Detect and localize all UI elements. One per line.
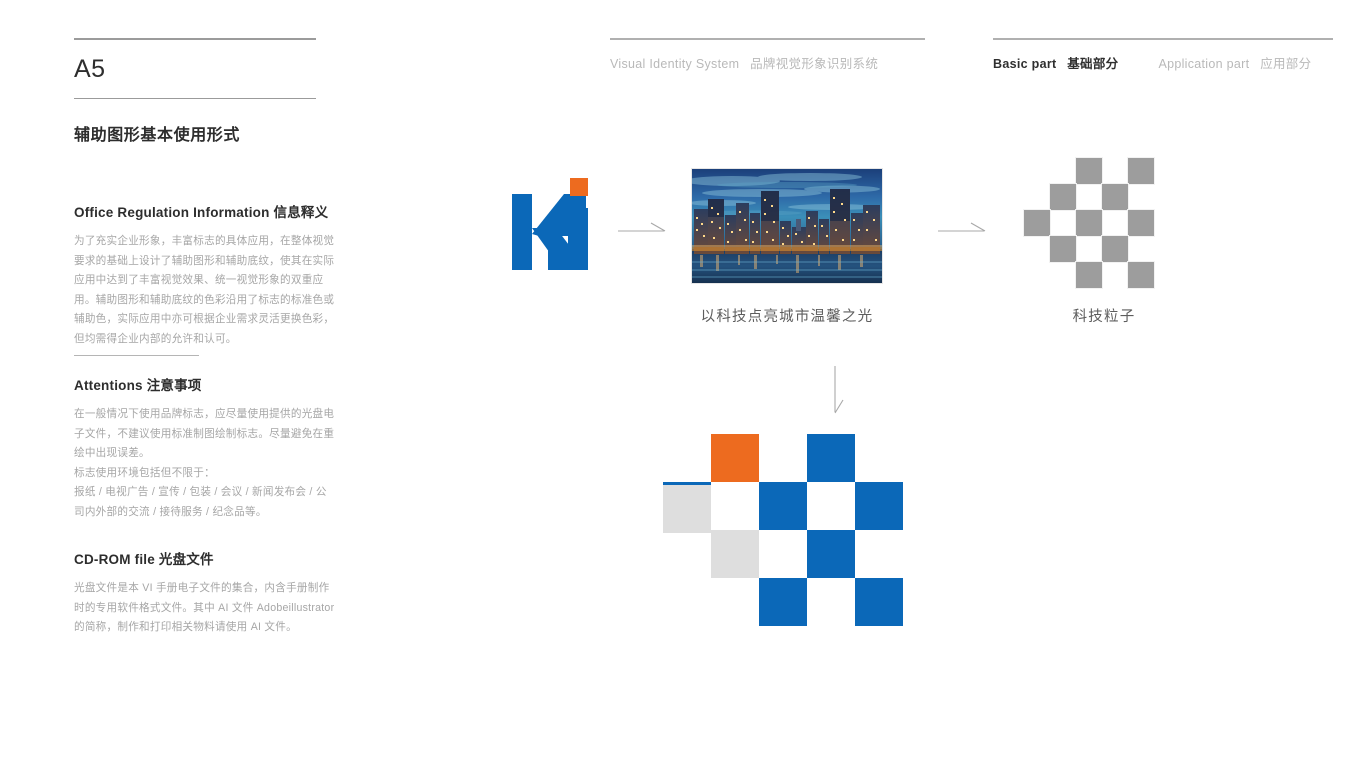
nav-item-visual-identity-system[interactable]: Visual Identity System 品牌视觉形象识别系统 <box>610 53 878 72</box>
block-attentions-heading-en: Attentions <box>74 378 143 393</box>
block-cdrom-file-body: 光盘文件是本 VI 手册电子文件的集合，内含手册制作时的专用软件格式文件。其中 … <box>74 579 336 638</box>
header-nav-left: Visual Identity System 品牌视觉形象识别系统 <box>610 38 925 72</box>
arrow-down-icon <box>834 366 844 414</box>
block-attentions-paragraph-1: 在一般情况下使用品牌标志，应尽量使用提供的光盘电子文件，不建议使用标准制图绘制标… <box>74 408 335 459</box>
header-nav-right-rule <box>993 38 1333 40</box>
page-code: A5 <box>74 55 106 83</box>
page-code-rule <box>74 98 316 99</box>
gray-pattern-cell <box>1101 183 1129 211</box>
header-nav-left-items: Visual Identity System 品牌视觉形象识别系统 <box>610 53 925 72</box>
gray-pattern-cell <box>1127 209 1155 237</box>
kg-logo: KG <box>512 178 588 270</box>
gray-particle-pattern <box>1023 157 1184 300</box>
kg-logo-icon <box>512 178 588 270</box>
vi-manual-page: A5 辅助图形基本使用形式 Office Regulation Informat… <box>0 0 1366 768</box>
block-attentions: Attentions 注意事项 在一般情况下使用品牌标志，应尽量使用提供的光盘电… <box>74 376 336 522</box>
gray-pattern-cell <box>1127 261 1155 289</box>
block-office-regulation-heading: Office Regulation Information 信息释义 <box>74 203 336 223</box>
block-cdrom-file-heading-en: CD-ROM file <box>74 552 155 567</box>
gray-pattern-cell <box>1127 157 1155 185</box>
block-cdrom-file-heading-cn: 光盘文件 <box>158 552 214 567</box>
block-attentions-paragraph-3: 报纸 / 电视广告 / 宣传 / 包装 / 会议 / 新闻发布会 / 公司内外部… <box>74 486 327 518</box>
block-cdrom-file: CD-ROM file 光盘文件 光盘文件是本 VI 手册电子文件的集合，内含手… <box>74 550 336 638</box>
brand-pattern-cell <box>807 530 855 578</box>
caption-photo: 以科技点亮城市温馨之光 <box>700 309 874 325</box>
top-rule <box>74 38 316 40</box>
caption-grid: 科技粒子 <box>1072 309 1136 325</box>
brand-pattern-cell <box>855 578 903 626</box>
block-attentions-heading-cn: 注意事项 <box>146 378 202 393</box>
block-attentions-heading: Attentions 注意事项 <box>74 376 336 396</box>
page-title: 辅助图形基本使用形式 <box>74 127 241 144</box>
block-cdrom-file-paragraph: 光盘文件是本 VI 手册电子文件的集合，内含手册制作时的专用软件格式文件。其中 … <box>74 582 335 633</box>
section-divider <box>74 355 199 356</box>
nav-item-application-part-en: Application part <box>1158 56 1250 71</box>
cityscape-photo: 夜景城市摄影 <box>691 168 883 284</box>
cityscape-photo-image <box>692 169 882 283</box>
brand-pattern-cell <box>759 482 807 530</box>
gray-pattern-cell <box>1023 209 1051 237</box>
brand-pattern-cell <box>855 482 903 530</box>
brand-pattern-cell <box>711 530 759 578</box>
brand-particle-pattern <box>663 434 1005 628</box>
detached-gray-square <box>663 485 711 533</box>
header-nav-right-items: Basic part 基础部分 Application part 应用部分 <box>993 53 1333 72</box>
left-column: A5 辅助图形基本使用形式 <box>74 38 332 147</box>
nav-item-visual-identity-system-cn: 品牌视觉形象识别系统 <box>750 56 879 71</box>
gray-pattern-cell <box>1075 261 1103 289</box>
arrow-right-icon <box>618 222 666 232</box>
gray-pattern-cell <box>1101 235 1129 263</box>
block-office-regulation-body: 为了充实企业形象，丰富标志的具体应用，在整体视觉要求的基础上设计了辅助图形和辅助… <box>74 232 336 349</box>
gray-pattern-cell <box>1075 209 1103 237</box>
brand-pattern-cell <box>807 434 855 482</box>
brand-pattern-cell <box>759 578 807 626</box>
block-attentions-paragraph-2: 标志使用环境包括但不限于： <box>74 466 215 479</box>
header-nav-right: Basic part 基础部分 Application part 应用部分 <box>993 38 1333 72</box>
gray-pattern-cell <box>1049 235 1077 263</box>
nav-item-basic-part-en: Basic part <box>993 56 1057 71</box>
block-office-regulation-heading-en: Office Regulation Information <box>74 205 270 220</box>
gray-pattern-cell <box>1075 157 1103 185</box>
block-attentions-body: 在一般情况下使用品牌标志，应尽量使用提供的光盘电子文件，不建议使用标准制图绘制标… <box>74 405 336 522</box>
brand-pattern-cell <box>711 434 759 482</box>
nav-item-basic-part-cn: 基础部分 <box>1067 56 1119 71</box>
arrow-right-icon-2 <box>938 222 986 232</box>
nav-item-basic-part[interactable]: Basic part 基础部分 <box>993 53 1118 72</box>
block-office-regulation: Office Regulation Information 信息释义 为了充实企… <box>74 203 336 349</box>
block-cdrom-file-heading: CD-ROM file 光盘文件 <box>74 550 336 570</box>
nav-item-application-part[interactable]: Application part 应用部分 <box>1158 53 1311 72</box>
nav-item-application-part-cn: 应用部分 <box>1260 56 1312 71</box>
gray-pattern-cell <box>1049 183 1077 211</box>
header-nav-left-rule <box>610 38 925 40</box>
nav-item-visual-identity-system-en: Visual Identity System <box>610 56 740 71</box>
block-office-regulation-heading-cn: 信息释义 <box>273 205 329 220</box>
block-office-regulation-paragraph: 为了充实企业形象，丰富标志的具体应用，在整体视觉要求的基础上设计了辅助图形和辅助… <box>74 235 335 345</box>
